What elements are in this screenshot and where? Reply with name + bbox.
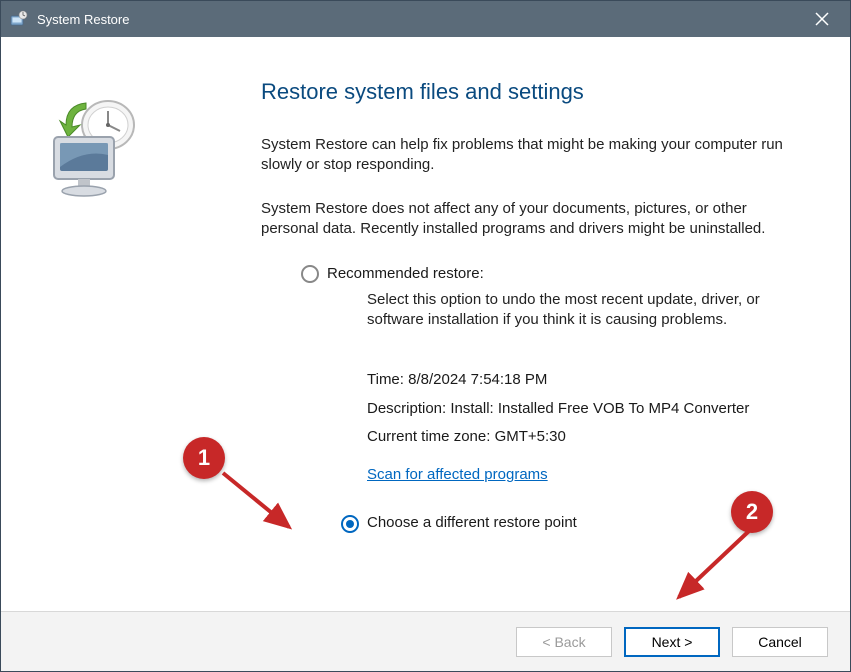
description-label: Description:	[367, 400, 450, 417]
footer: < Back Next > Cancel	[1, 611, 850, 671]
page-heading: Restore system files and settings	[261, 77, 790, 107]
intro-paragraph-1: System Restore can help fix problems tha…	[261, 135, 790, 176]
description-value: Install: Installed Free VOB To MP4 Conve…	[450, 400, 749, 417]
cancel-button[interactable]: Cancel	[732, 627, 828, 657]
radio-checked-icon	[341, 515, 359, 533]
scan-affected-programs-link[interactable]: Scan for affected programs	[367, 465, 548, 485]
window-title: System Restore	[37, 12, 802, 27]
recommended-restore-radio[interactable]: Recommended restore:	[301, 264, 790, 284]
close-button[interactable]	[802, 1, 842, 37]
content-area: Restore system files and settings System…	[181, 37, 850, 611]
choose-different-restore-label: Choose a different restore point	[367, 513, 577, 533]
restore-point-details: Time: 8/8/2024 7:54:18 PM Description: I…	[367, 370, 790, 447]
system-restore-window: System Restore	[0, 0, 851, 672]
restore-graphic-icon	[36, 97, 146, 207]
time-value: 8/8/2024 7:54:18 PM	[408, 371, 547, 388]
radio-unchecked-icon	[301, 265, 319, 283]
sidebar	[1, 37, 181, 611]
back-button[interactable]: < Back	[516, 627, 612, 657]
timezone-value: GMT+5:30	[495, 428, 566, 445]
detail-timezone: Current time zone: GMT+5:30	[367, 427, 790, 447]
detail-description: Description: Install: Installed Free VOB…	[367, 399, 790, 419]
timezone-label: Current time zone:	[367, 428, 495, 445]
dialog-body: Restore system files and settings System…	[1, 37, 850, 611]
time-label: Time:	[367, 371, 408, 388]
app-icon	[9, 9, 29, 29]
next-button[interactable]: Next >	[624, 627, 720, 657]
recommended-restore-description: Select this option to undo the most rece…	[367, 290, 790, 331]
close-icon	[815, 12, 829, 26]
detail-time: Time: 8/8/2024 7:54:18 PM	[367, 370, 790, 390]
titlebar: System Restore	[1, 1, 850, 37]
choose-different-restore-radio[interactable]: Choose a different restore point	[341, 513, 790, 533]
intro-paragraph-2: System Restore does not affect any of yo…	[261, 199, 790, 240]
recommended-restore-label: Recommended restore:	[327, 264, 484, 284]
